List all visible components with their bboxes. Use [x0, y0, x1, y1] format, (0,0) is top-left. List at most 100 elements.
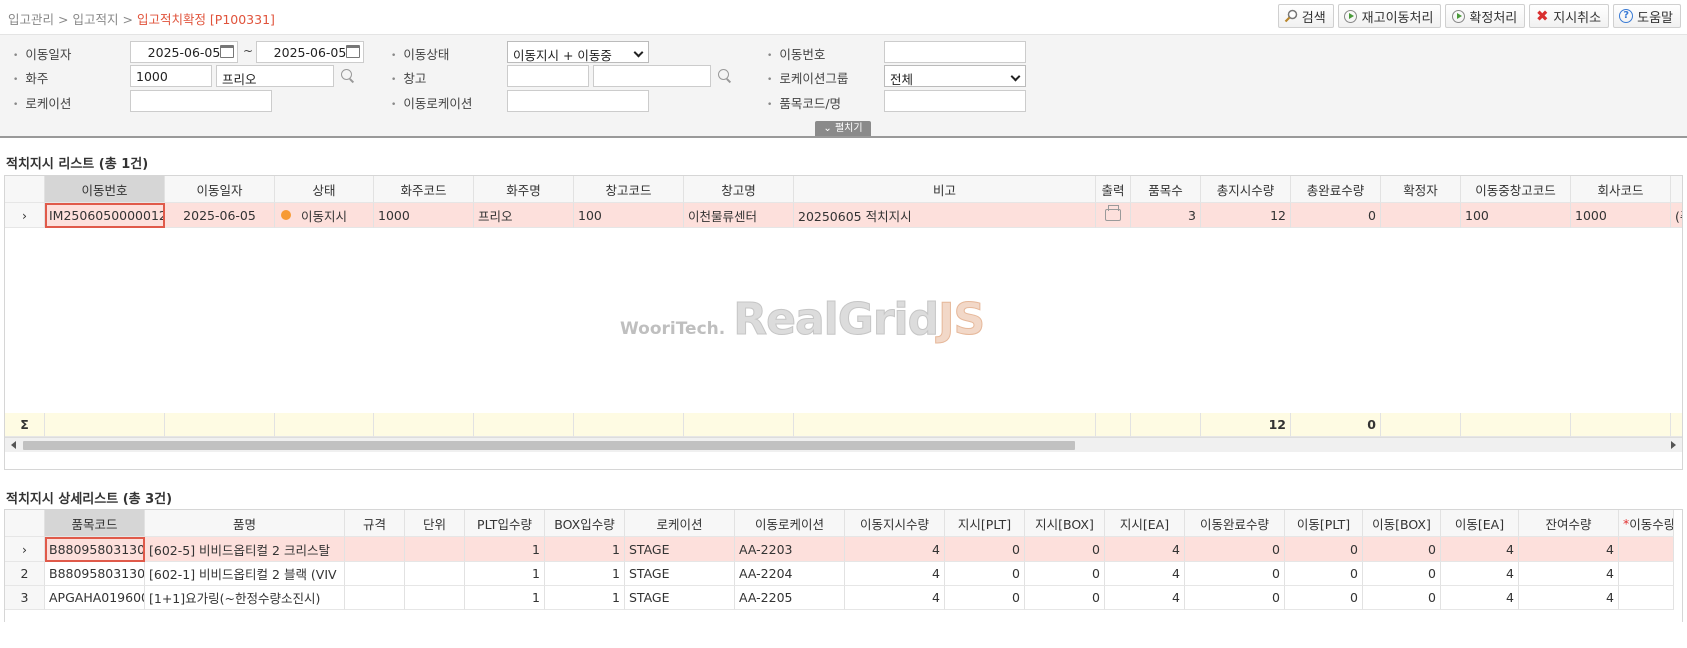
- column-header[interactable]: 화주코드: [374, 176, 474, 203]
- horizontal-scrollbar[interactable]: [5, 437, 1682, 452]
- calendar-icon[interactable]: [220, 45, 234, 58]
- move-location-input[interactable]: [507, 90, 649, 112]
- warehouse-label: 창고: [391, 68, 426, 87]
- grid-header: 품목코드 품명 규격 단위 PLT입수량 BOX입수량 로케이션 이동로케이션 …: [5, 510, 1674, 537]
- column-header[interactable]: 이동완료수량: [1185, 510, 1285, 537]
- table-row[interactable]: 2 B880958031303 [602-1] 비비드옵티컬 2 블랙 (VIV…: [5, 562, 1674, 586]
- realgrid-watermark: WooriTech. RealGridJS: [620, 294, 986, 346]
- master-grid: 이동번호 이동일자 상태 화주코드 화주명 창고코드 창고명 비고 출력 품목수…: [4, 175, 1683, 470]
- owner-label: 화주: [13, 68, 48, 87]
- table-row[interactable]: 3 APGAHA019600 [1+1]요가링(~한정수량소진시) 1 1 ST…: [5, 586, 1674, 610]
- location-group-select[interactable]: 전체: [884, 65, 1026, 87]
- column-header[interactable]: 회사코드: [1571, 176, 1671, 203]
- status-badge: 이동지시: [301, 208, 348, 224]
- column-header[interactable]: 확정자: [1381, 176, 1461, 203]
- column-header[interactable]: * 이동수량: [1619, 510, 1674, 537]
- row-indicator[interactable]: ›: [5, 203, 45, 228]
- detail-list-title: 적치지시 상세리스트 (총 3건): [6, 492, 173, 507]
- top-bar: 입고관리 > 입고적지 > 입고적치확정 [P100331] 검색 재고이동처리…: [0, 0, 1687, 34]
- column-header[interactable]: 지시[EA]: [1105, 510, 1185, 537]
- column-header[interactable]: 지시[BOX]: [1025, 510, 1105, 537]
- location-group-label: 로케이션그룹: [767, 68, 848, 87]
- expand-toggle[interactable]: ⌄ 펼치기: [815, 121, 871, 136]
- column-header[interactable]: 총완료수량: [1291, 176, 1381, 203]
- move-date-label: 이동일자: [13, 44, 71, 63]
- breadcrumb-item[interactable]: 입고적지: [72, 12, 118, 27]
- column-header[interactable]: 지시[PLT]: [945, 510, 1025, 537]
- scroll-left-icon[interactable]: [11, 441, 16, 449]
- column-header[interactable]: PLT입수량: [465, 510, 545, 537]
- column-header[interactable]: 이동[EA]: [1441, 510, 1519, 537]
- page-title: 입고적치확정 [P100331]: [136, 12, 275, 27]
- stock-move-button[interactable]: 재고이동처리: [1337, 4, 1442, 28]
- column-header[interactable]: 규격: [345, 510, 405, 537]
- sum-icon: Σ: [5, 413, 45, 437]
- owner-name-input[interactable]: 프리오: [216, 65, 334, 87]
- column-header[interactable]: 창고코드: [574, 176, 684, 203]
- row-number: 2: [5, 562, 45, 586]
- column-header[interactable]: 총지시수량: [1201, 176, 1291, 203]
- status-dot-icon: [281, 210, 291, 220]
- breadcrumb: 입고관리 > 입고적지 > 입고적치확정 [P100331]: [8, 12, 275, 27]
- warehouse-code-input[interactable]: [507, 65, 589, 87]
- column-header[interactable]: 이동번호: [45, 176, 165, 203]
- row-indicator[interactable]: ›: [5, 537, 45, 562]
- search-icon: [1284, 9, 1298, 23]
- column-header[interactable]: 비고: [794, 176, 1096, 203]
- column-header[interactable]: BOX입수량: [545, 510, 625, 537]
- location-label: 로케이션: [13, 93, 71, 112]
- grid-footer: Σ 12 0: [5, 413, 1682, 437]
- print-icon[interactable]: [1105, 205, 1121, 221]
- column-header[interactable]: 품목수: [1131, 176, 1201, 203]
- column-header[interactable]: 품명: [145, 510, 345, 537]
- column-header[interactable]: 상태: [275, 176, 374, 203]
- grid-header: 이동번호 이동일자 상태 화주코드 화주명 창고코드 창고명 비고 출력 품목수…: [5, 176, 1682, 203]
- column-header[interactable]: 이동로케이션: [735, 510, 845, 537]
- play-icon: [1451, 9, 1465, 23]
- location-input[interactable]: [130, 90, 272, 112]
- search-button[interactable]: 검색: [1277, 4, 1334, 28]
- close-icon: ✖: [1535, 6, 1549, 25]
- toolbar: 검색 재고이동처리 확정처리 ✖ 지시취소 ? 도움말: [1277, 4, 1681, 28]
- column-header[interactable]: 이동[BOX]: [1363, 510, 1441, 537]
- warehouse-name-input[interactable]: [593, 65, 711, 87]
- row-number: 3: [5, 586, 45, 610]
- move-location-label: 이동로케이션: [391, 93, 472, 112]
- play-icon: [1344, 9, 1358, 23]
- column-header[interactable]: 이동[PLT]: [1285, 510, 1363, 537]
- item-label: 품목코드/명: [767, 93, 841, 112]
- owner-search-icon[interactable]: [340, 68, 356, 84]
- move-status-select[interactable]: 이동지시 + 이동중: [507, 41, 649, 63]
- move-no-label: 이동번호: [767, 44, 825, 63]
- move-no-input[interactable]: [884, 41, 1026, 63]
- column-header[interactable]: 화주명: [474, 176, 574, 203]
- help-icon: ?: [1619, 9, 1634, 23]
- column-header[interactable]: 이동중창고코드: [1461, 176, 1571, 203]
- move-status-label: 이동상태: [391, 44, 449, 63]
- breadcrumb-item[interactable]: 입고관리: [8, 12, 54, 27]
- table-row[interactable]: › B880958031305 [602-5] 비비드옵티컬 2 크리스탈 1 …: [5, 537, 1674, 562]
- confirm-button[interactable]: 확정처리: [1445, 4, 1526, 28]
- column-header[interactable]: 품목코드: [45, 510, 145, 537]
- move-no-cell[interactable]: IM2506050000012: [45, 203, 165, 228]
- scrollbar-thumb[interactable]: [23, 441, 1075, 450]
- column-header[interactable]: 출력: [1096, 176, 1131, 203]
- calendar-icon[interactable]: [346, 45, 360, 58]
- done-qty-sum: 0: [1291, 413, 1381, 437]
- help-button[interactable]: ? 도움말: [1613, 4, 1681, 28]
- total-qty-sum: 12: [1201, 413, 1291, 437]
- owner-code-input[interactable]: 1000: [130, 65, 212, 87]
- column-header[interactable]: 이동지시수량: [845, 510, 945, 537]
- column-header[interactable]: 단위: [405, 510, 465, 537]
- warehouse-search-icon[interactable]: [717, 68, 733, 84]
- master-list-title: 적치지시 리스트 (총 1건): [6, 157, 149, 172]
- scroll-right-icon[interactable]: [1671, 441, 1676, 449]
- column-header[interactable]: 창고명: [684, 176, 794, 203]
- column-header[interactable]: 잔여수량: [1519, 510, 1619, 537]
- table-row[interactable]: › IM2506050000012 2025-06-05 이동지시 1000 프…: [5, 203, 1682, 228]
- column-header[interactable]: 이동일자: [165, 176, 275, 203]
- item-input[interactable]: [884, 90, 1026, 112]
- detail-grid: 품목코드 품명 규격 단위 PLT입수량 BOX입수량 로케이션 이동로케이션 …: [4, 509, 1683, 622]
- cancel-order-button[interactable]: ✖ 지시취소: [1529, 4, 1610, 28]
- column-header[interactable]: 로케이션: [625, 510, 735, 537]
